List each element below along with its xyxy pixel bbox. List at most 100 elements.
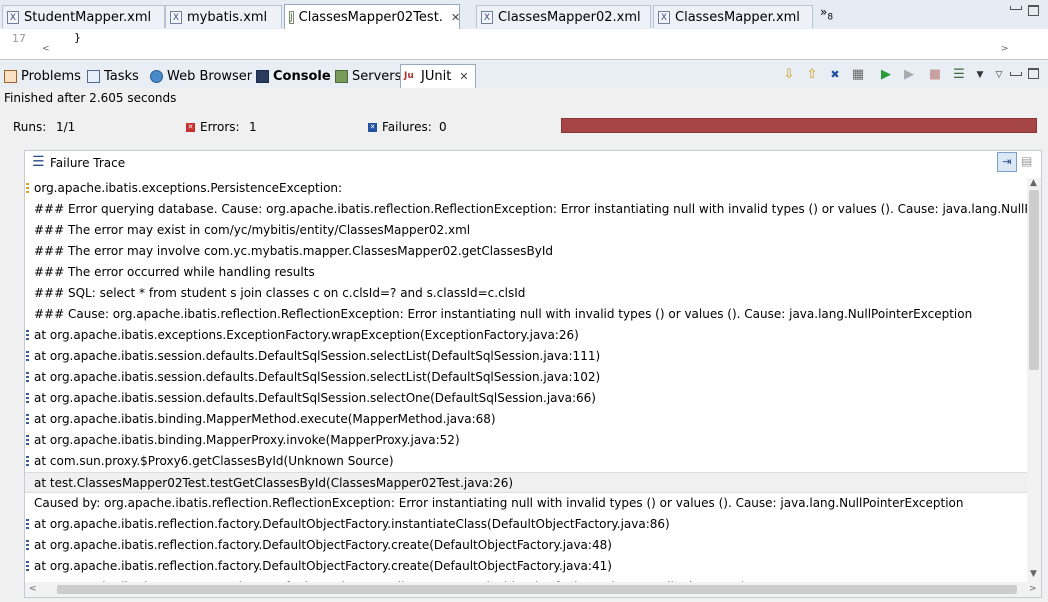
- view-menu-icon[interactable]: ▽: [991, 67, 1007, 83]
- failures-counter: ✕ Failures:: [368, 120, 432, 134]
- trace-line-text: at org.apache.ibatis.session.defaults.De…: [34, 349, 601, 363]
- next-failure-icon[interactable]: ⇩: [781, 67, 797, 83]
- trace-line[interactable]: ### The error occurred while handling re…: [25, 262, 1027, 283]
- errors-value: 1: [249, 120, 257, 134]
- rerun-test-icon[interactable]: ▶: [878, 67, 894, 83]
- trace-line-text: at org.apache.ibatis.exceptions.Exceptio…: [34, 328, 579, 342]
- xml-file-icon: X: [481, 10, 493, 24]
- junit-status: Finished after 2.605 seconds: [4, 91, 177, 105]
- tab-label: Tasks: [104, 68, 139, 84]
- failures-label: Failures:: [382, 120, 432, 134]
- trace-line-text: at org.apache.ibatis.reflection.factory.…: [34, 517, 670, 531]
- junit-icon: Ju: [404, 71, 414, 81]
- stack-frame-icon: [26, 540, 29, 551]
- editor-tab-label: ClassesMapper02Test.: [298, 9, 443, 25]
- stack-frame-icon: [26, 351, 29, 362]
- problems-icon: [4, 69, 17, 83]
- xml-file-icon: X: [658, 10, 670, 24]
- stop-icon[interactable]: ■: [927, 67, 943, 83]
- horizontal-scrollbar-thumb[interactable]: [57, 585, 1017, 594]
- tab-label: Web Browser: [167, 68, 253, 84]
- previous-failure-icon[interactable]: ⇧: [804, 67, 820, 83]
- maximize-icon[interactable]: [1028, 5, 1039, 16]
- trace-line-text: ### Error querying database. Cause: org.…: [34, 202, 1027, 216]
- java-file-icon: J: [289, 10, 294, 24]
- trace-line[interactable]: at test.ClassesMapper02Test.testGetClass…: [25, 472, 1027, 493]
- trace-line[interactable]: at org.apache.ibatis.session.defaults.De…: [25, 367, 1027, 388]
- trace-line-text: at org.apache.ibatis.session.defaults.De…: [34, 370, 601, 384]
- editor-tab-classesmapper02test[interactable]: J ClassesMapper02Test. ✕: [284, 4, 460, 29]
- trace-line[interactable]: at org.apache.ibatis.reflection.factory.…: [25, 514, 1027, 535]
- trace-line[interactable]: ### SQL: select * from student s join cl…: [25, 283, 1027, 304]
- trace-line[interactable]: ### Error querying database. Cause: org.…: [25, 199, 1027, 220]
- scroll-right-icon[interactable]: >: [1001, 44, 1009, 54]
- trace-line[interactable]: at com.sun.proxy.$Proxy6.getClassesById(…: [25, 451, 1027, 472]
- trace-line[interactable]: at org.apache.ibatis.reflection.factory.…: [25, 556, 1027, 577]
- trace-line-text: ### The error may exist in com/yc/mybiti…: [34, 223, 471, 237]
- scroll-right-icon[interactable]: >: [1029, 584, 1037, 594]
- compare-result-icon[interactable]: ▤: [1021, 154, 1032, 168]
- trace-line-text: at org.apache.ibatis.binding.MapperProxy…: [34, 433, 460, 447]
- failures-value: 0: [439, 120, 447, 134]
- editor-tab-bar: X StudentMapper.xml X mybatis.xml J Clas…: [0, 0, 1048, 30]
- stack-frame-icon: [26, 372, 29, 383]
- tab-servers[interactable]: Servers: [335, 65, 401, 87]
- trace-line[interactable]: Caused by: org.apache.ibatis.reflection.…: [25, 493, 1027, 514]
- filter-stack-trace-button[interactable]: ⇥: [997, 152, 1017, 172]
- failure-trace-list[interactable]: org.apache.ibatis.exceptions.Persistence…: [25, 178, 1027, 582]
- trace-line[interactable]: at org.apache.ibatis.binding.MapperMetho…: [25, 409, 1027, 430]
- trace-line[interactable]: at org.apache.ibatis.exceptions.Exceptio…: [25, 325, 1027, 346]
- list-icon: ☰: [32, 154, 45, 170]
- scroll-up-icon[interactable]: ▲: [1030, 178, 1037, 188]
- close-icon[interactable]: ✕: [451, 11, 460, 24]
- trace-line[interactable]: at org.apache.ibatis.reflection.factory.…: [25, 535, 1027, 556]
- trace-line[interactable]: at org.apache.ibatis.session.defaults.De…: [25, 388, 1027, 409]
- tab-junit[interactable]: Ju JUnit ✕: [400, 64, 476, 88]
- trace-line[interactable]: at org.apache.ibatis.binding.MapperProxy…: [25, 430, 1027, 451]
- trace-line[interactable]: ### The error may exist in com/yc/mybiti…: [25, 220, 1027, 241]
- runs-label: Runs:: [13, 120, 47, 134]
- console-icon: [256, 69, 269, 83]
- trace-line[interactable]: ### Cause: org.apache.ibatis.reflection.…: [25, 304, 1027, 325]
- trace-line[interactable]: ### The error may involve com.yc.mybatis…: [25, 241, 1027, 262]
- scroll-lock-icon[interactable]: ▦: [850, 67, 866, 83]
- editor-tab-studentmapper[interactable]: X StudentMapper.xml: [2, 5, 165, 28]
- tab-problems[interactable]: Problems: [4, 65, 81, 87]
- trace-line[interactable]: at org.apache.ibatis.session.defaults.De…: [25, 346, 1027, 367]
- minimize-icon[interactable]: [1010, 6, 1022, 10]
- servers-icon: [335, 69, 348, 83]
- trace-line-text: org.apache.ibatis.exceptions.Persistence…: [34, 181, 343, 195]
- tab-tasks[interactable]: Tasks: [87, 65, 139, 87]
- editor-tab-classesmapper[interactable]: X ClassesMapper.xml: [653, 5, 813, 28]
- tab-console[interactable]: Console: [256, 65, 331, 87]
- scroll-left-icon[interactable]: <: [29, 584, 37, 594]
- exception-icon: [26, 183, 29, 194]
- horizontal-scrollbar[interactable]: < >: [25, 582, 1041, 597]
- vertical-scrollbar[interactable]: ▲ ▼: [1027, 178, 1041, 582]
- errors-label: Errors:: [200, 120, 240, 134]
- scroll-left-icon[interactable]: <: [42, 44, 50, 54]
- vertical-scrollbar-thumb[interactable]: [1029, 190, 1039, 370]
- show-failures-only-icon[interactable]: ✖: [827, 67, 843, 83]
- tab-web-browser[interactable]: Web Browser: [150, 65, 252, 87]
- progress-bar: [561, 118, 1037, 133]
- code-line: }: [74, 31, 81, 44]
- editor-tab-mybatis[interactable]: X mybatis.xml: [165, 5, 282, 28]
- xml-file-icon: X: [170, 10, 182, 24]
- stack-frame-icon: [26, 435, 29, 446]
- rerun-failed-first-icon[interactable]: ▶: [901, 67, 917, 83]
- history-icon[interactable]: ☰: [951, 67, 967, 83]
- trace-line-text: at org.apache.ibatis.reflection.factory.…: [34, 538, 612, 552]
- history-dropdown-icon[interactable]: ▼: [972, 67, 988, 83]
- tab-overflow-count: 8: [827, 12, 834, 23]
- close-icon[interactable]: ✕: [459, 70, 468, 83]
- tab-overflow-button[interactable]: »8: [820, 5, 833, 22]
- scroll-down-icon[interactable]: ▼: [1030, 569, 1037, 579]
- maximize-icon[interactable]: [1028, 68, 1039, 79]
- trace-line-text: at org.apache.ibatis.reflection.factory.…: [34, 559, 612, 573]
- editor-tab-classesmapper02xml[interactable]: X ClassesMapper02.xml: [476, 5, 651, 28]
- failure-trace-title: Failure Trace: [50, 156, 126, 170]
- editor-area[interactable]: 17 } < >: [0, 29, 1048, 60]
- minimize-icon[interactable]: [1010, 72, 1022, 76]
- trace-line[interactable]: org.apache.ibatis.exceptions.Persistence…: [25, 178, 1027, 199]
